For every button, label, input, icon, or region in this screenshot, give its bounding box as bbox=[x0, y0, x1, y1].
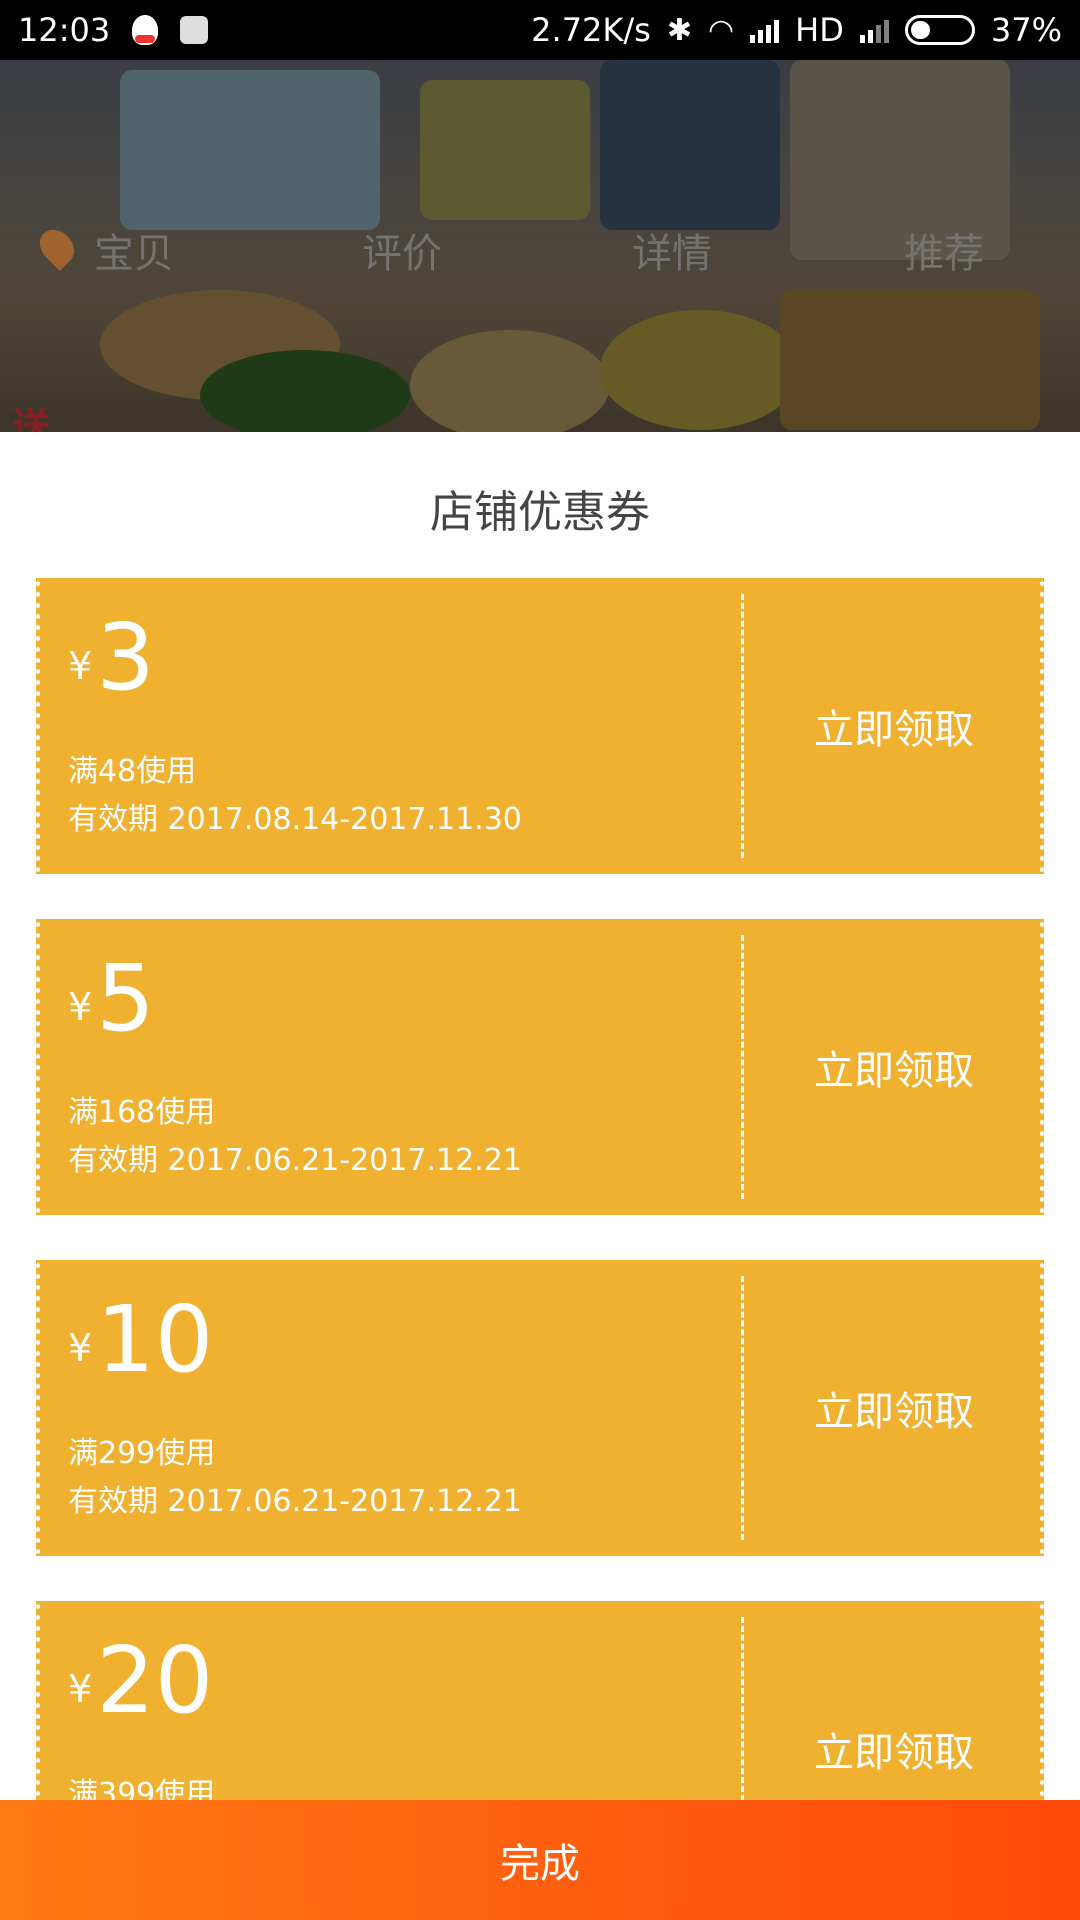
app-notification-icon bbox=[180, 16, 209, 44]
product-backdrop: 宝贝 评价 详情 推荐 送 bbox=[0, 60, 1080, 432]
coupon-validity: 有效期 2017.06.21-2017.12.21 bbox=[68, 1484, 522, 1519]
coupon-value: 5 bbox=[96, 945, 155, 1052]
product-tabs: 宝贝 评价 详情 推荐 bbox=[0, 210, 1080, 290]
qq-notification-icon bbox=[132, 15, 159, 45]
coupon-condition: 满48使用 bbox=[68, 754, 197, 789]
currency-symbol: ¥ bbox=[68, 1326, 93, 1370]
currency-symbol: ¥ bbox=[68, 1667, 93, 1711]
tab-baobei: 宝贝 bbox=[94, 231, 174, 277]
coupon-amount: ¥ 3 bbox=[68, 612, 155, 704]
battery-icon bbox=[904, 15, 975, 45]
coupon-condition: 满168使用 bbox=[68, 1095, 216, 1130]
coupon-validity: 有效期 2017.08.14-2017.11.30 bbox=[68, 802, 522, 837]
claim-coupon-button[interactable]: 立即领取 bbox=[744, 1601, 1044, 1800]
signal-icon bbox=[750, 17, 780, 43]
coupon-condition: 满399使用 bbox=[68, 1777, 216, 1800]
coupon-card: ¥ 10 满299使用 有效期 2017.06.21-2017.12.21 立即… bbox=[35, 1260, 1045, 1556]
coupon-card: ¥ 20 满399使用 立即领取 bbox=[35, 1601, 1045, 1800]
sheet-title: 店铺优惠券 bbox=[430, 487, 650, 538]
currency-symbol: ¥ bbox=[68, 644, 93, 688]
coupon-condition: 满299使用 bbox=[68, 1436, 216, 1471]
coupon-amount: ¥ 20 bbox=[68, 1635, 213, 1727]
coupon-value: 10 bbox=[96, 1286, 214, 1393]
claim-coupon-button[interactable]: 立即领取 bbox=[744, 1260, 1044, 1556]
coupon-value: 3 bbox=[96, 604, 155, 711]
coupon-sheet: 店铺优惠券 ¥ 3 满48使用 有效期 2017.08.14-2017.11.3… bbox=[0, 432, 1080, 1800]
signal-icon-secondary bbox=[859, 17, 889, 43]
coupon-validity: 有效期 2017.06.21-2017.12.21 bbox=[68, 1143, 522, 1178]
coupon-card: ¥ 3 满48使用 有效期 2017.08.14-2017.11.30 立即领取 bbox=[35, 578, 1045, 874]
network-speed: 2.72K/s bbox=[531, 11, 651, 49]
coupon-amount: ¥ 10 bbox=[68, 1294, 213, 1386]
coupon-card: ¥ 5 满168使用 有效期 2017.06.21-2017.12.21 立即领… bbox=[35, 919, 1045, 1215]
network-type: HD bbox=[795, 11, 844, 49]
currency-symbol: ¥ bbox=[68, 985, 93, 1029]
status-time: 12:03 bbox=[18, 11, 111, 49]
tab-recommend: 推荐 bbox=[904, 231, 984, 277]
status-bar: 12:03 2.72K/s ✱ ◠ HD 37% bbox=[0, 0, 1080, 60]
claim-coupon-button[interactable]: 立即领取 bbox=[744, 919, 1044, 1215]
coupon-value: 20 bbox=[96, 1627, 214, 1734]
promo-tag: 送 bbox=[12, 405, 51, 432]
done-button[interactable]: 完成 bbox=[0, 1800, 1080, 1920]
tab-details: 详情 bbox=[632, 231, 712, 277]
coupon-amount: ¥ 5 bbox=[68, 953, 155, 1045]
bluetooth-icon: ✱ bbox=[666, 12, 692, 48]
wifi-icon: ◠ bbox=[707, 12, 735, 48]
tab-reviews: 评价 bbox=[362, 231, 442, 277]
battery-level: 37% bbox=[990, 11, 1062, 49]
claim-coupon-button[interactable]: 立即领取 bbox=[744, 578, 1044, 874]
